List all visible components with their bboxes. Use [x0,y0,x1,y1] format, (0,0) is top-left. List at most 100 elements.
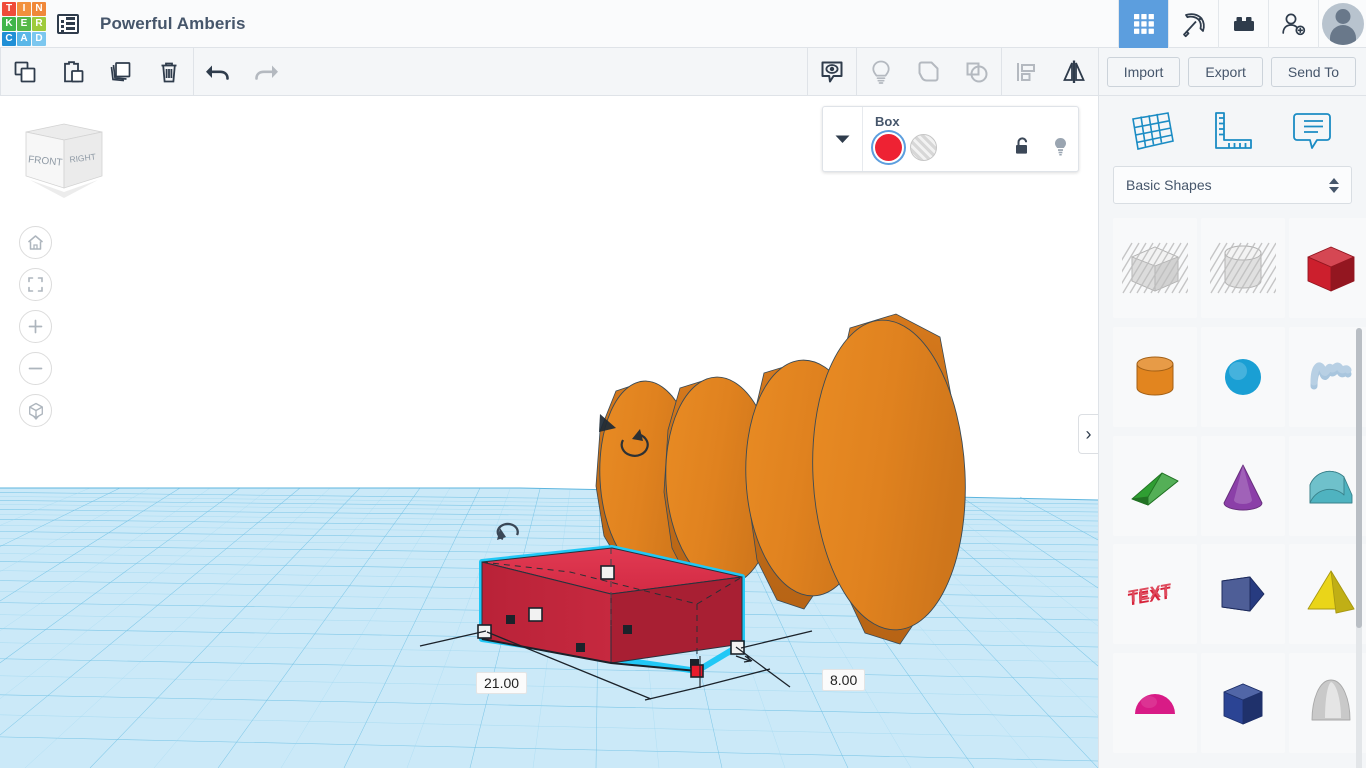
shape-pyramid-icon [1307,570,1355,614]
shape-arrow-block[interactable] [1201,544,1285,645]
collapse-panel-button[interactable]: › [1078,414,1098,454]
hide-button[interactable] [857,48,905,96]
shape-hex-prism[interactable] [1201,653,1285,754]
shape-panel-collapse-button[interactable] [823,107,863,171]
ungroup-button[interactable] [953,48,1001,96]
paste-button[interactable] [49,48,97,96]
unlock-button[interactable] [1012,135,1032,157]
handle-red [690,664,704,678]
shape-roof[interactable] [1289,435,1366,536]
shape-cylinder-hole-icon [1210,242,1276,294]
app-header: TIN KER CAD Powerful Amberis [0,0,1366,48]
avatar[interactable] [1318,0,1366,48]
shape-text-icon: TEXTTEXT [1128,580,1172,610]
workplane-icon [1131,112,1174,150]
shapes-side-panel: Basic Shapes TEXT TEXT [1098,96,1366,768]
unlock-icon [1015,137,1027,154]
lightbulb-icon [872,60,890,84]
mirror-button[interactable] [1050,48,1098,96]
visibility-button[interactable] [808,48,856,96]
header-actions [1118,0,1366,48]
zoom-in-button[interactable] [19,310,52,343]
logo-tile-r: R [32,16,46,31]
shape-hex-prism-icon [1223,683,1263,725]
shape-pyramid[interactable] [1289,544,1366,645]
logo-tile-a: A [17,31,31,46]
shape-paraboloid-icon [1311,679,1351,721]
home-view-button[interactable] [19,226,52,259]
fit-to-view-button[interactable] [19,268,52,301]
avatar-image [1321,2,1364,45]
redo-button[interactable] [242,48,290,96]
group-icon [918,61,939,81]
shape-panel-title: Box [875,114,900,129]
handle-black [576,643,585,652]
shape-cone[interactable] [1201,435,1285,536]
shape-library-grid[interactable]: TEXT TEXT [1099,218,1366,758]
pickaxe-button[interactable] [1168,0,1218,48]
shape-properties-panel: Box [822,106,1079,172]
workplane-button[interactable] [1113,108,1193,154]
pickaxe-icon [1182,12,1205,37]
export-button[interactable]: Export [1188,56,1263,87]
shape-box-hole[interactable] [1113,218,1197,318]
tinkercad-logo[interactable]: TIN KER CAD [0,0,46,48]
3d-workplane-canvas[interactable]: 21.00 8.00 FRONT RIGHT › [0,96,1098,768]
light-toggle-button[interactable] [1050,135,1070,157]
ruler-button[interactable] [1193,108,1273,154]
shape-category-label: Basic Shapes [1126,177,1212,193]
copy-button[interactable] [1,48,49,96]
duplicate-button[interactable] [97,48,145,96]
shape-category-select[interactable]: Basic Shapes [1113,166,1352,204]
hole-swatch[interactable] [910,134,937,161]
shape-sphere[interactable] [1201,326,1285,427]
shape-cylinder-icon [1136,356,1174,396]
shape-panel-body: Box [863,107,1078,171]
dimension-depth-label[interactable]: 8.00 [822,669,866,691]
shape-text[interactable]: TEXT TEXT [1113,544,1197,645]
logo-tile-e: E [17,16,31,31]
shape-box[interactable] [1289,218,1366,318]
logo-tile-n: N [32,1,46,16]
page-title: Powerful Amberis [100,13,246,33]
lego-brick-button[interactable] [1218,0,1268,48]
shape-cylinder[interactable] [1113,326,1197,427]
chevron-updown-icon [1329,177,1339,193]
shape-grid-scrollbar[interactable] [1356,328,1362,628]
minus-icon [28,367,43,370]
shape-box-icon [1307,246,1355,292]
add-person-button[interactable] [1268,0,1318,48]
category-select-wrapper: Basic Shapes [1099,166,1366,204]
zoom-out-button[interactable] [19,352,52,385]
shape-arrow-block-icon [1221,576,1265,612]
shape-half-sphere[interactable] [1113,653,1197,754]
chevron-down-icon [835,135,850,143]
undo-button[interactable] [194,48,242,96]
note-button[interactable] [1272,108,1352,154]
logo-tile-t: T [2,1,16,16]
shape-sphere-icon [1225,358,1261,395]
undo-icon [206,65,229,80]
perspective-toggle-button[interactable] [19,394,52,427]
handle-black [506,615,515,624]
delete-icon [161,62,177,82]
shape-cone-icon [1223,464,1263,511]
shape-cylinder-hole[interactable] [1201,218,1285,318]
align-button[interactable] [1002,48,1050,96]
import-button[interactable]: Import [1106,56,1181,87]
group-button[interactable] [905,48,953,96]
delete-button[interactable] [145,48,193,96]
duplicate-icon [110,61,131,81]
shape-paraboloid[interactable] [1289,653,1366,754]
document-list-button[interactable] [46,0,90,48]
gallery-grid-button[interactable] [1118,0,1168,48]
add-person-icon [1281,13,1305,35]
shape-scribble[interactable] [1289,326,1366,427]
shape-wedge[interactable] [1113,435,1197,536]
send-to-button[interactable]: Send To [1270,56,1356,87]
shape-wedge-icon [1131,472,1179,506]
view-tools-group [808,47,1098,96]
scene-svg [0,313,1098,768]
solid-color-swatch[interactable] [875,134,902,161]
dimension-width-label[interactable]: 21.00 [476,672,528,694]
